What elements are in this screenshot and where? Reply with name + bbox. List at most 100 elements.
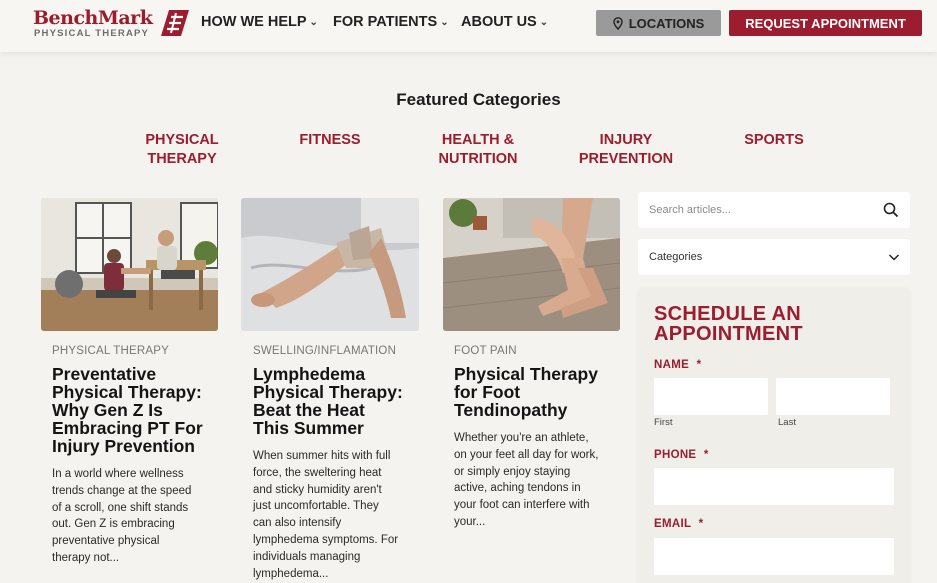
- logo-text: BenchMark: [33, 7, 153, 29]
- logo-mark-icon: [161, 10, 189, 36]
- map-pin-icon: [613, 16, 623, 30]
- search-input[interactable]: Search articles...: [649, 204, 731, 216]
- excerpt-line: trends change at the speed: [52, 484, 192, 497]
- excerpt-line: your...: [454, 515, 486, 528]
- excerpt-line: active, aching tendons in: [454, 482, 581, 495]
- excerpt-line: on your feet all day for work,: [454, 448, 599, 461]
- site-header: BenchMark PHYSICAL THERAPY HOW WE HELP ⌄…: [0, 0, 937, 52]
- email-label: EMAIL *: [654, 518, 703, 530]
- article-category-tag[interactable]: FOOT PAIN: [454, 345, 517, 357]
- foot-pain-image: [443, 198, 620, 331]
- email-label-text: EMAIL: [654, 518, 692, 530]
- nav-how-we-help[interactable]: HOW WE HELP ⌄: [201, 14, 318, 30]
- phone-field[interactable]: [654, 468, 894, 505]
- title-line: Physical Therapy:: [52, 382, 202, 402]
- chevron-down-icon: [888, 254, 900, 261]
- title-line: This Summer: [253, 418, 364, 438]
- article-category-tag[interactable]: PHYSICAL THERAPY: [52, 345, 169, 357]
- excerpt-line: Whether you're an athlete,: [454, 432, 589, 444]
- logo-subtitle: PHYSICAL THERAPY: [34, 28, 150, 39]
- chevron-down-icon: ⌄: [539, 16, 549, 28]
- title-line: Why Gen Z Is: [52, 400, 163, 420]
- excerpt-line: When summer hits with full: [253, 450, 391, 462]
- article-image-lymphedema[interactable]: [241, 198, 419, 331]
- phone-label-text: PHONE: [654, 449, 697, 461]
- name-label: NAME *: [654, 359, 701, 371]
- title-line: Lymphedema: [253, 364, 366, 384]
- search-icon[interactable]: [883, 202, 899, 218]
- schedule-form-title: SCHEDULE AN APPOINTMENT: [654, 304, 803, 344]
- nav-label: FOR PATIENTS: [333, 14, 438, 30]
- excerpt-line: individuals managing: [253, 550, 361, 563]
- article-excerpt: In a world where wellness trends change …: [52, 466, 217, 567]
- excerpt-line: lymphedema symptoms. For: [253, 533, 399, 546]
- excerpt-line: your foot can interfere with: [454, 499, 590, 512]
- nav-label: HOW WE HELP: [201, 14, 307, 30]
- excerpt-line: out. Gen Z is embracing: [52, 518, 175, 531]
- last-name-hint: Last: [778, 417, 796, 428]
- category-line: THERAPY: [147, 151, 217, 167]
- excerpt-line: In a world where wellness: [52, 468, 184, 480]
- chevron-down-icon: ⌄: [440, 16, 449, 28]
- phone-label: PHONE *: [654, 449, 709, 461]
- request-appointment-button[interactable]: REQUEST APPOINTMENT: [729, 10, 922, 36]
- clinic-photo-image: [41, 198, 218, 331]
- title-line: APPOINTMENT: [654, 323, 803, 345]
- nav-label: ABOUT US: [461, 14, 537, 30]
- first-name-hint: First: [654, 417, 673, 428]
- legs-on-bed-image: [241, 198, 419, 331]
- excerpt-line: just uncomfortable. They: [253, 500, 379, 513]
- category-health-nutrition[interactable]: HEALTH & NUTRITION: [418, 131, 538, 169]
- excerpt-line: and sticky humidity aren't: [253, 483, 382, 496]
- excerpt-line: of a scroll, one shift stands: [52, 501, 189, 514]
- excerpt-line: therapy not...: [52, 551, 120, 564]
- benchmark-logo[interactable]: BenchMark PHYSICAL THERAPY: [33, 7, 193, 41]
- excerpt-line: or simply enjoy staying: [454, 465, 571, 478]
- required-mark: *: [703, 449, 709, 461]
- chevron-down-icon: ⌄: [309, 16, 318, 28]
- title-line: Physical Therapy:: [253, 382, 403, 402]
- nav-about-us[interactable]: ABOUT US ⌄: [461, 14, 548, 30]
- excerpt-line: preventative physical: [52, 535, 160, 548]
- article-title[interactable]: Preventative Physical Therapy: Why Gen Z…: [52, 365, 222, 455]
- categories-dropdown[interactable]: Categories: [638, 239, 910, 275]
- article-excerpt: When summer hits with full force, the sw…: [253, 448, 418, 582]
- last-name-field[interactable]: [776, 378, 890, 415]
- category-fitness[interactable]: FITNESS: [270, 131, 390, 150]
- name-label-text: NAME: [654, 359, 690, 371]
- article-title[interactable]: Lymphedema Physical Therapy: Beat the He…: [253, 365, 423, 437]
- excerpt-line: can also intensify: [253, 517, 342, 530]
- required-mark: *: [696, 359, 702, 371]
- locations-button[interactable]: LOCATIONS: [596, 10, 721, 36]
- article-search-box[interactable]: Search articles...: [638, 192, 910, 228]
- category-injury-prevention[interactable]: INJURY PREVENTION: [566, 131, 686, 169]
- schedule-appointment-form: SCHEDULE AN APPOINTMENT NAME * First Las…: [638, 288, 910, 583]
- title-line: for Foot: [454, 382, 521, 402]
- title-line: Tendinopathy: [454, 400, 568, 420]
- title-line: Embracing PT For: [52, 418, 203, 438]
- title-line: SCHEDULE AN: [654, 303, 802, 325]
- featured-categories-title: Featured Categories: [396, 90, 561, 109]
- nav-for-patients[interactable]: FOR PATIENTS ⌄: [333, 14, 449, 30]
- category-line: SPORTS: [744, 132, 804, 148]
- first-name-field[interactable]: [654, 378, 768, 415]
- category-physical-therapy[interactable]: PHYSICAL THERAPY: [122, 131, 242, 169]
- category-line: HEALTH &: [441, 132, 515, 148]
- category-line: NUTRITION: [438, 151, 518, 167]
- title-line: Physical Therapy: [454, 364, 598, 384]
- locations-label: LOCATIONS: [628, 15, 705, 31]
- required-mark: *: [698, 518, 704, 530]
- email-field[interactable]: [654, 538, 894, 575]
- category-line: PHYSICAL: [145, 132, 219, 148]
- request-appointment-label: REQUEST APPOINTMENT: [745, 15, 906, 31]
- category-line: FITNESS: [299, 132, 361, 148]
- article-image-gen-z-pt[interactable]: [41, 198, 218, 331]
- article-category-tag[interactable]: SWELLING/INFLAMATION: [253, 345, 396, 357]
- excerpt-line: lymphedema...: [253, 567, 329, 580]
- article-image-foot-tendinopathy[interactable]: [443, 198, 620, 331]
- category-sports[interactable]: SPORTS: [714, 131, 834, 150]
- category-line: PREVENTION: [578, 151, 674, 167]
- categories-selected: Categories: [649, 251, 703, 263]
- category-line: INJURY: [599, 132, 653, 148]
- article-title[interactable]: Physical Therapy for Foot Tendinopathy: [454, 365, 624, 419]
